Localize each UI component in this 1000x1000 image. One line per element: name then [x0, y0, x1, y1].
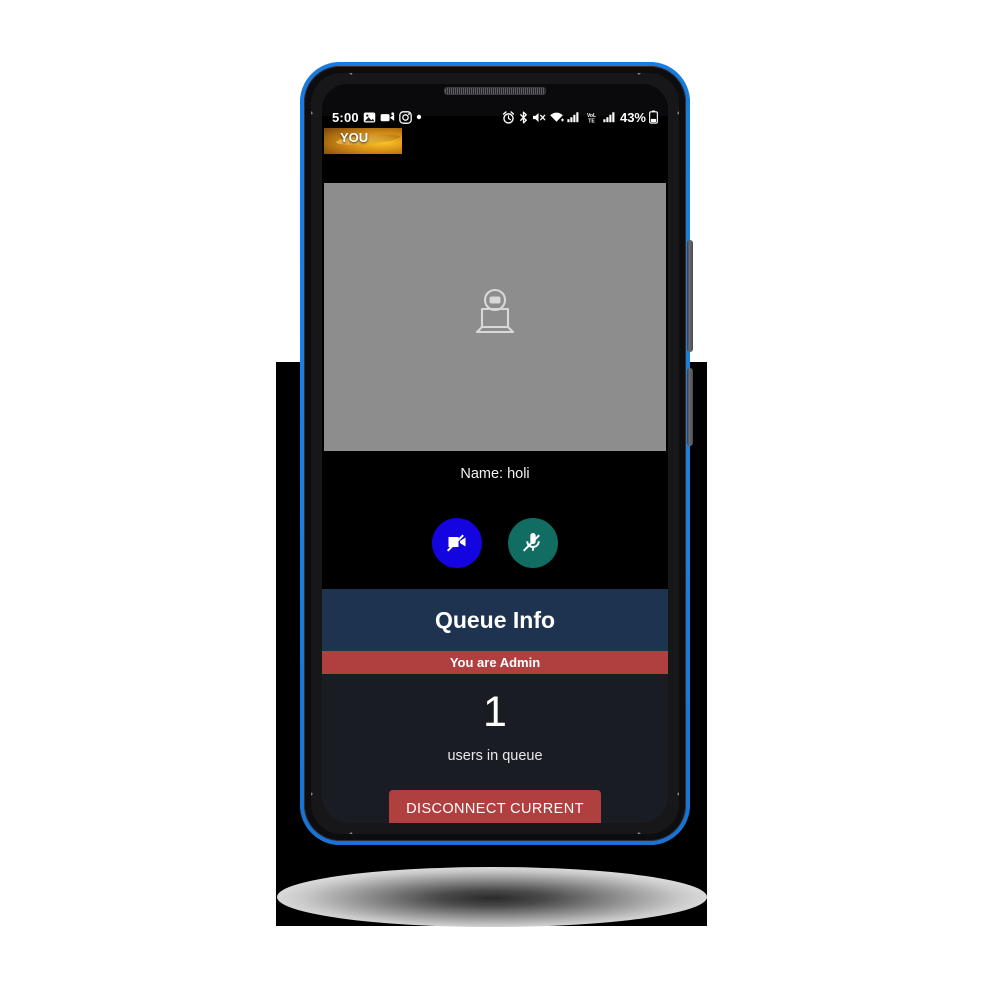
- earpiece-speaker-grille: [444, 87, 546, 95]
- queue-info-title: Queue Info: [322, 589, 668, 651]
- volume-rocker-button[interactable]: [687, 240, 693, 352]
- wifi-icon: [549, 111, 564, 124]
- more-notifications-dot: [416, 114, 422, 120]
- battery-icon: [649, 110, 658, 124]
- mic-off-icon: [521, 530, 545, 557]
- queue-count-value: 1: [483, 688, 507, 736]
- phone-device: Name: holi Queue Info You are Admin 1 us…: [300, 62, 693, 845]
- queue-count-label: users in queue: [447, 748, 543, 765]
- volte-icon: VoL TE: [583, 111, 600, 124]
- queue-info-body: 1 users in queue DISCONNECT CURRENT: [322, 674, 668, 823]
- remote-video-area[interactable]: [324, 183, 666, 451]
- signal-sim1-icon: [567, 111, 580, 123]
- video-recorder-icon: [380, 111, 395, 124]
- webcam-laptop-icon: [469, 287, 521, 348]
- admin-status-badge: You are Admin: [322, 651, 668, 674]
- participant-name-text: Name: holi: [460, 466, 530, 482]
- participant-name-row: Name: holi: [322, 451, 668, 497]
- queue-info-panel: Queue Info You are Admin 1 users in queu…: [322, 589, 668, 823]
- battery-percent-label: 43%: [619, 109, 646, 125]
- phone-screen: Name: holi Queue Info You are Admin 1 us…: [322, 84, 668, 823]
- power-button[interactable]: [687, 368, 693, 446]
- video-off-icon: [445, 530, 469, 557]
- signal-sim2-icon: [603, 111, 616, 123]
- instagram-icon: [399, 110, 412, 124]
- call-controls-row: [322, 497, 668, 589]
- mockup-stage: Name: holi Queue Info You are Admin 1 us…: [0, 0, 1000, 1000]
- disconnect-current-button[interactable]: DISCONNECT CURRENT: [389, 790, 601, 823]
- phone-bezel-inner: Name: holi Queue Info You are Admin 1 us…: [311, 73, 679, 834]
- photos-icon: [363, 111, 376, 124]
- status-bar-right-group: VoL TE 43%: [502, 110, 658, 125]
- self-view-label: YOU: [340, 130, 369, 145]
- toggle-video-button[interactable]: [432, 518, 482, 568]
- svg-text:TE: TE: [588, 118, 595, 124]
- self-view-row: YOU: [322, 128, 668, 154]
- android-status-bar: 5:00 VoL TE 43%: [322, 106, 668, 128]
- phone-bezel: Name: holi Queue Info You are Admin 1 us…: [304, 66, 686, 841]
- bluetooth-icon: [518, 111, 529, 124]
- app-root: Name: holi Queue Info You are Admin 1 us…: [322, 84, 668, 823]
- status-clock: 5:00: [332, 109, 359, 125]
- status-bar-left-group: 5:00: [332, 110, 422, 125]
- device-reflection-ellipse: [277, 867, 707, 927]
- alarm-icon: [502, 110, 515, 124]
- toggle-mic-button[interactable]: [508, 518, 558, 568]
- mute-icon: [532, 111, 546, 124]
